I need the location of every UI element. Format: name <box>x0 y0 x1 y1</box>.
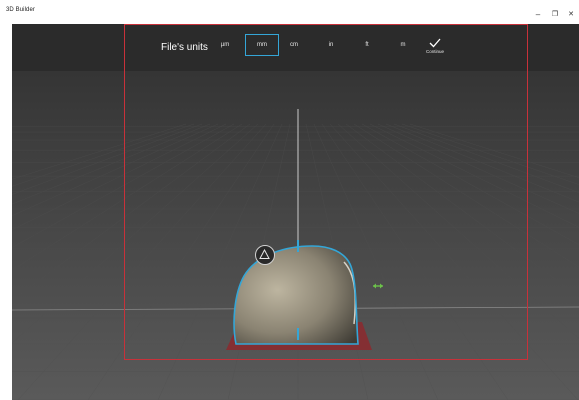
unit-option-3[interactable]: in <box>322 34 340 56</box>
close-button[interactable]: ✕ <box>566 11 576 19</box>
minimize-button[interactable]: – <box>533 11 543 19</box>
title-bar: 3D Builder – ❐ ✕ <box>0 0 579 24</box>
units-toolbar: File's units µm mm cm in ft m Continue <box>12 24 579 71</box>
unit-option-2[interactable]: cm <box>284 34 304 56</box>
continue-button[interactable]: Continue <box>420 38 450 64</box>
units-label: File's units <box>161 42 208 53</box>
unit-option-0[interactable]: µm <box>215 34 235 56</box>
app-title: 3D Builder <box>6 7 36 13</box>
unit-option-1[interactable]: mm <box>245 34 279 56</box>
scene-canvas[interactable] <box>12 24 579 400</box>
unit-option-4[interactable]: ft <box>358 34 376 56</box>
maximize-button[interactable]: ❐ <box>550 11 560 19</box>
3d-viewport[interactable]: File's units µm mm cm in ft m Continue <box>12 24 579 400</box>
rotate-button[interactable] <box>255 245 275 265</box>
unit-option-5[interactable]: m <box>394 34 412 56</box>
checkmark-icon <box>429 38 441 48</box>
continue-label: Continue <box>425 49 444 54</box>
triangle-icon <box>259 249 270 259</box>
